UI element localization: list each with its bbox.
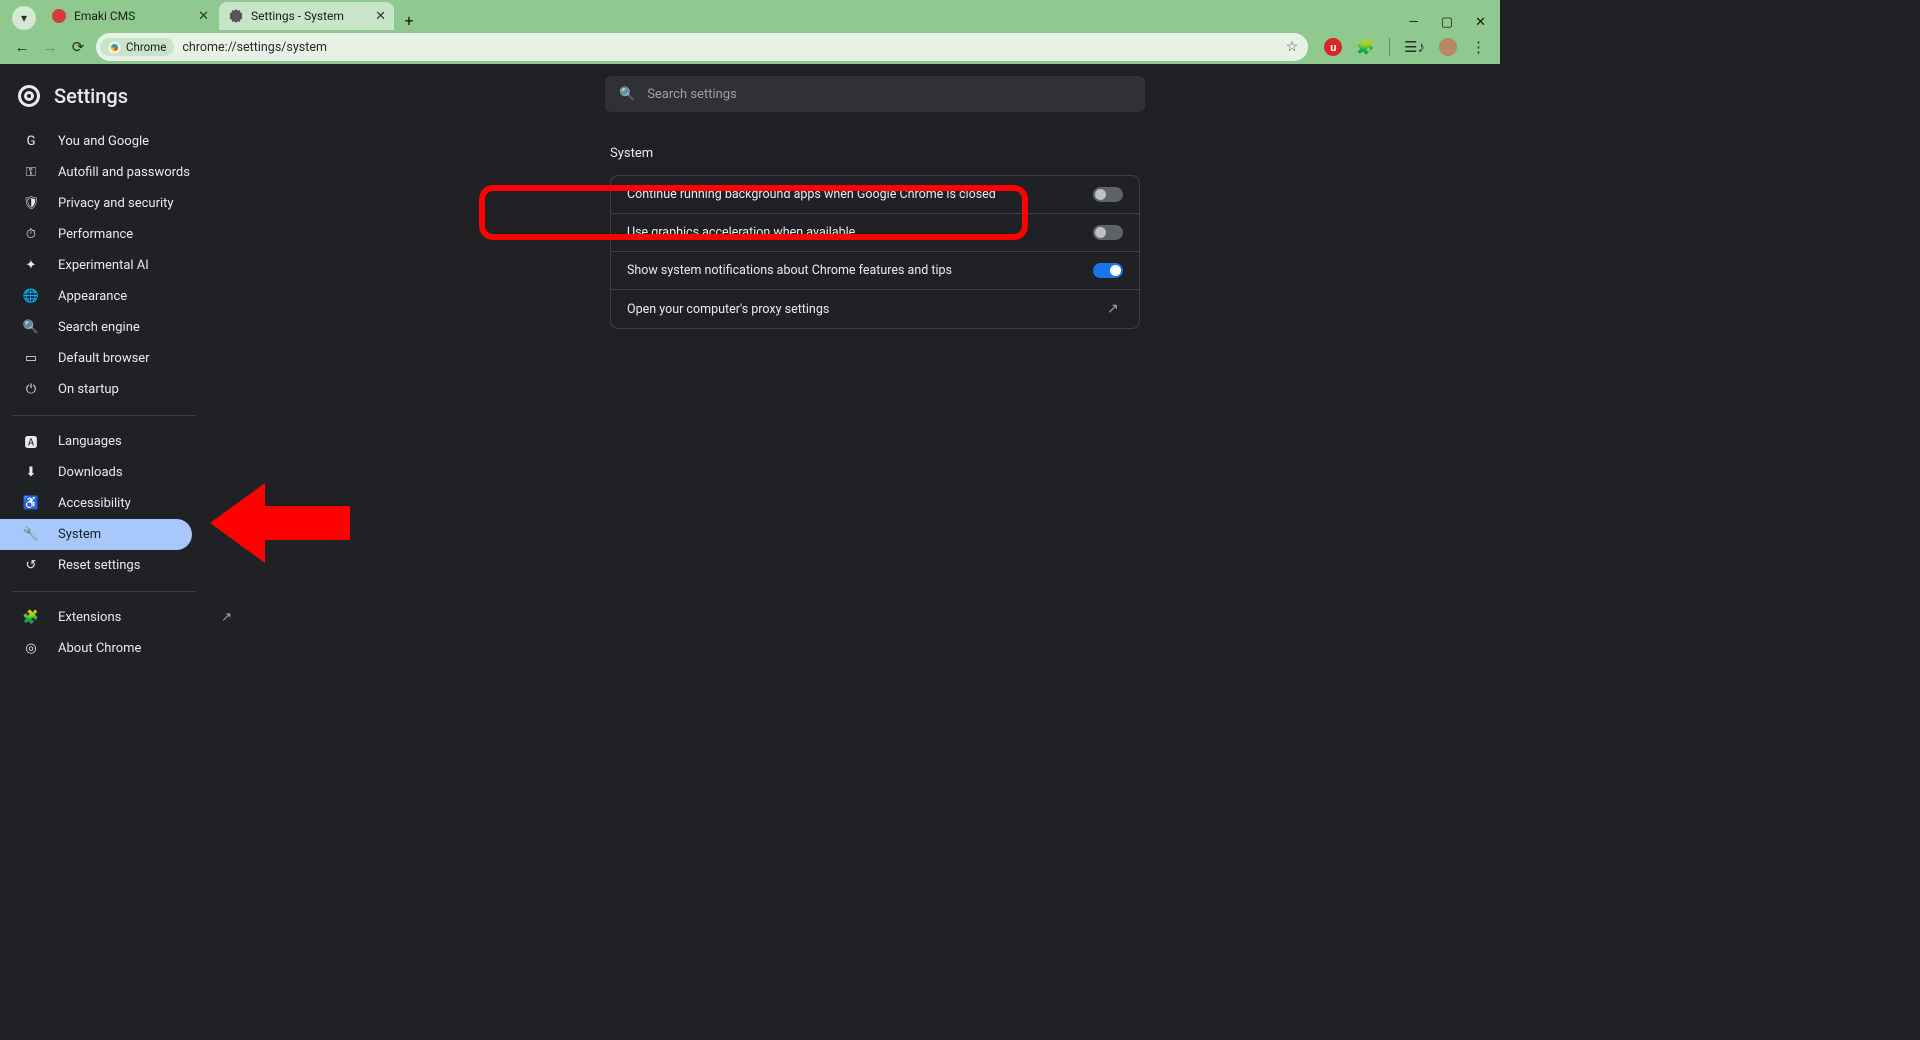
toolbar-icons: u 🧩 ☰♪ ⋮ — [1314, 38, 1492, 56]
close-tab-icon[interactable]: ✕ — [198, 9, 209, 24]
download-icon: ⬇ — [22, 465, 40, 480]
row-background-apps[interactable]: Continue running background apps when Go… — [611, 176, 1139, 213]
favicon-emaki — [52, 9, 66, 23]
row-system-notifications[interactable]: Show system notifications about Chrome f… — [611, 251, 1139, 289]
sidebar-item-autofill[interactable]: ⚿Autofill and passwords — [0, 157, 192, 188]
section-title: System — [610, 146, 1140, 161]
bookmark-star-icon[interactable]: ☆ — [1286, 39, 1299, 55]
toggle-graphics-acceleration[interactable] — [1093, 225, 1123, 240]
row-proxy-settings[interactable]: Open your computer's proxy settings ↗ — [611, 289, 1139, 328]
tab-title: Settings - System — [251, 9, 344, 23]
row-label: Open your computer's proxy settings — [627, 302, 829, 317]
settings-sidebar: Settings GYou and Google ⚿Autofill and p… — [0, 64, 250, 812]
address-url: chrome://settings/system — [182, 40, 327, 55]
reset-icon: ↺ — [22, 558, 40, 573]
settings-title: Settings — [54, 84, 128, 108]
key-icon: ⚿ — [22, 165, 40, 180]
sidebar-item-experimental-ai[interactable]: ✦Experimental AI — [0, 250, 192, 281]
close-tab-icon[interactable]: ✕ — [375, 9, 386, 24]
tab-strip: ▾ Emaki CMS ✕ Settings - System ✕ + — ▢ … — [0, 0, 1500, 30]
sidebar-separator — [12, 415, 196, 416]
accessibility-icon: ♿ — [22, 496, 40, 511]
new-tab-button[interactable]: + — [396, 11, 422, 30]
sparkle-icon: ✦ — [22, 258, 40, 273]
chrome-icon — [108, 41, 121, 54]
sidebar-item-on-startup[interactable]: ⏻On startup — [0, 374, 192, 405]
toolbar: ← → ⟳ Chrome chrome://settings/system ☆ … — [0, 30, 1500, 64]
settings-page: Settings GYou and Google ⚿Autofill and p… — [0, 64, 1500, 812]
tab-title: Emaki CMS — [74, 9, 135, 23]
globe-icon: 🌐 — [22, 289, 40, 304]
window-icon: ▭ — [22, 351, 40, 366]
extensions-icon[interactable]: 🧩 — [1356, 38, 1375, 56]
settings-content: 🔍 Search settings System Continue runnin… — [250, 64, 1500, 812]
sidebar-item-appearance[interactable]: 🌐Appearance — [0, 281, 192, 312]
sidebar-item-you-and-google[interactable]: GYou and Google — [0, 126, 192, 157]
address-chip: Chrome — [100, 38, 174, 56]
system-card: Continue running background apps when Go… — [610, 175, 1140, 329]
external-link-icon: ↗ — [1107, 301, 1123, 317]
search-icon: 🔍 — [22, 320, 40, 335]
sidebar-item-reset[interactable]: ↺Reset settings — [0, 550, 192, 581]
external-link-icon: ↗ — [221, 610, 232, 625]
maximize-button[interactable]: ▢ — [1441, 15, 1453, 30]
toggle-system-notifications[interactable] — [1093, 263, 1123, 278]
power-icon: ⏻ — [22, 382, 40, 397]
sidebar-item-system[interactable]: 🔧System — [0, 519, 192, 550]
sidebar-separator — [12, 591, 196, 592]
favicon-settings-icon — [229, 9, 243, 23]
forward-button[interactable]: → — [36, 38, 64, 56]
row-graphics-acceleration[interactable]: Use graphics acceleration when available — [611, 213, 1139, 251]
search-placeholder: Search settings — [647, 87, 737, 102]
row-label: Use graphics acceleration when available — [627, 225, 855, 240]
sidebar-item-extensions[interactable]: 🧩Extensions↗ — [0, 602, 192, 633]
toggle-background-apps[interactable] — [1093, 187, 1123, 202]
shield-icon: 🛡 — [22, 196, 40, 211]
row-label: Continue running background apps when Go… — [627, 187, 996, 202]
profile-avatar[interactable] — [1439, 38, 1457, 56]
chrome-logo-icon — [18, 85, 40, 107]
address-chip-label: Chrome — [126, 40, 166, 54]
row-label: Show system notifications about Chrome f… — [627, 263, 952, 278]
speedometer-icon: ⏱ — [22, 227, 40, 242]
tab-settings[interactable]: Settings - System ✕ — [219, 2, 394, 30]
sidebar-item-languages[interactable]: 🅰Languages — [0, 426, 192, 457]
window-controls: — ▢ ✕ — [1409, 15, 1500, 30]
sidebar-item-accessibility[interactable]: ♿Accessibility — [0, 488, 192, 519]
wrench-icon: 🔧 — [22, 527, 40, 542]
sidebar-item-default-browser[interactable]: ▭Default browser — [0, 343, 192, 374]
chrome-outline-icon: ◎ — [22, 641, 40, 656]
settings-brand: Settings — [0, 78, 250, 126]
sidebar-item-performance[interactable]: ⏱Performance — [0, 219, 192, 250]
address-bar[interactable]: Chrome chrome://settings/system ☆ — [96, 33, 1308, 61]
translate-icon: 🅰 — [22, 432, 40, 451]
settings-search[interactable]: 🔍 Search settings — [605, 76, 1145, 112]
sidebar-item-about[interactable]: ◎About Chrome — [0, 633, 192, 664]
separator — [1389, 38, 1390, 56]
puzzle-icon: 🧩 — [22, 610, 40, 625]
minimize-button[interactable]: — — [1409, 15, 1419, 30]
sidebar-item-search-engine[interactable]: 🔍Search engine — [0, 312, 192, 343]
tab-emaki[interactable]: Emaki CMS ✕ — [42, 2, 217, 30]
sidebar-item-downloads[interactable]: ⬇Downloads — [0, 457, 192, 488]
reading-list-icon[interactable]: ☰♪ — [1404, 38, 1425, 56]
sidebar-item-privacy[interactable]: 🛡Privacy and security — [0, 188, 192, 219]
reload-button[interactable]: ⟳ — [64, 38, 92, 56]
tab-search-dropdown[interactable]: ▾ — [12, 6, 36, 30]
google-g-icon: G — [22, 134, 40, 149]
browser-chrome: ▾ Emaki CMS ✕ Settings - System ✕ + — ▢ … — [0, 0, 1500, 64]
close-window-button[interactable]: ✕ — [1475, 15, 1486, 30]
search-icon: 🔍 — [619, 87, 635, 102]
back-button[interactable]: ← — [8, 38, 36, 56]
extension-badge[interactable]: u — [1324, 38, 1342, 56]
kebab-menu-icon[interactable]: ⋮ — [1471, 38, 1486, 56]
